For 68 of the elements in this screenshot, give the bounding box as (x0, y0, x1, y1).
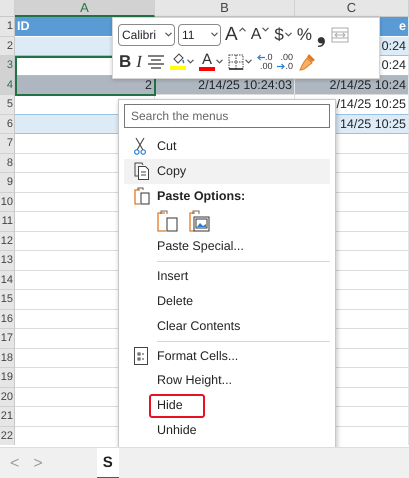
caret-icon (216, 59, 223, 64)
row-header[interactable]: 12 (0, 232, 15, 251)
toolbar-button[interactable]: I (135, 50, 143, 74)
row-header[interactable]: 18 (0, 348, 15, 368)
menu-item[interactable]: Unhide (124, 418, 330, 443)
row-header[interactable]: 13 (0, 251, 15, 270)
column-header[interactable]: B (155, 0, 295, 17)
toolbar-button[interactable]: .0 .00 (256, 50, 274, 74)
caret-down-icon (262, 26, 270, 32)
toolbar-button[interactable]: .00 .0 (276, 50, 294, 74)
row-header[interactable]: 11 (0, 212, 15, 232)
row-header[interactable]: 16 (0, 310, 15, 329)
menu-item[interactable]: Insert (124, 264, 330, 289)
grow-font-button[interactable]: A (224, 22, 247, 46)
caret-icon (165, 32, 172, 37)
row-header[interactable]: 3 (0, 56, 15, 76)
menu-item[interactable]: Cut (124, 134, 330, 159)
search-field[interactable]: Search the menus (124, 104, 330, 128)
paste-picture-icon[interactable] (189, 210, 211, 232)
caret-up-icon (238, 26, 246, 32)
borders-icon (228, 54, 244, 70)
row-header[interactable]: 2 (0, 36, 15, 56)
merge-cells-icon (330, 26, 349, 42)
row-header[interactable]: 17 (0, 329, 15, 348)
menu-heading: Paste Options: (157, 188, 246, 205)
row-header[interactable]: 20 (0, 388, 15, 407)
menu-item[interactable]: Paste Special... (124, 234, 330, 260)
row-header[interactable]: 5 (0, 95, 15, 114)
row-header[interactable]: 4 (0, 76, 15, 95)
scissors-icon (134, 137, 146, 156)
copy-icon (134, 162, 150, 180)
shrink-font-button[interactable]: A (250, 22, 270, 46)
row-header[interactable]: 1 (0, 17, 15, 36)
toolbar-button[interactable]: $ (273, 22, 293, 46)
row-header[interactable]: 7 (0, 134, 15, 154)
arrow-left-icon (256, 54, 265, 61)
row-header[interactable]: 22 (0, 426, 15, 445)
dropdown-field[interactable]: 11 (178, 24, 221, 46)
menu-item[interactable]: Clear Contents (124, 314, 330, 339)
row-header[interactable]: 19 (0, 368, 15, 388)
row-header[interactable]: 15 (0, 290, 15, 310)
caret-icon (211, 32, 218, 37)
menu-item[interactable]: Hide (124, 393, 330, 418)
fill-bucket-icon (170, 53, 185, 66)
menu-item[interactable]: Format Cells... (124, 344, 330, 368)
toolbar-button[interactable]: B (118, 50, 132, 74)
row-header[interactable]: 10 (0, 192, 15, 212)
menu-item[interactable]: Copy (124, 158, 330, 184)
row-header[interactable]: 8 (0, 154, 15, 173)
row-header[interactable]: 9 (0, 173, 15, 192)
arrow-right-icon (277, 62, 286, 70)
align-center-icon (146, 54, 165, 68)
caret-icon (244, 59, 252, 64)
paintbrush-icon (298, 52, 318, 72)
toolbar-button[interactable]: A (198, 50, 224, 74)
column-header[interactable]: A (15, 0, 155, 17)
row-header[interactable]: 6 (0, 114, 15, 134)
caret-icon (186, 59, 194, 64)
row-header[interactable]: 21 (0, 407, 15, 426)
format-cells-icon (134, 346, 148, 365)
dropdown-field[interactable]: Calibri (118, 24, 175, 46)
row-header[interactable]: 14 (0, 270, 15, 290)
clipboard-icon (134, 186, 150, 205)
paste-icon[interactable] (157, 210, 179, 232)
column-header[interactable]: C (295, 0, 409, 17)
menu-item[interactable]: Delete (124, 288, 330, 314)
menu-item[interactable]: Row Height... (124, 368, 330, 394)
sheet-tab[interactable]: S (96, 448, 119, 478)
